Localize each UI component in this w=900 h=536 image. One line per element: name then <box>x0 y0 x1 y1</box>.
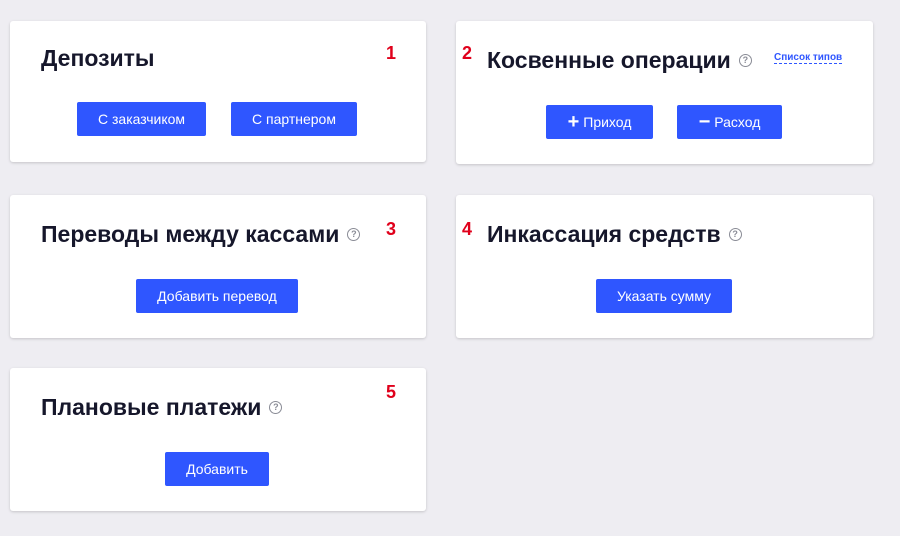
transfers-card: Переводы между кассами ? 3 Добавить пере… <box>10 195 426 338</box>
specify-amount-button[interactable]: Указать сумму <box>596 279 732 313</box>
collection-card: 4 Инкассация средств ? Указать сумму <box>456 195 873 338</box>
help-icon[interactable]: ? <box>347 228 361 241</box>
collection-title-text: Инкассация средств <box>487 221 721 247</box>
expense-button-label: Расход <box>714 114 761 130</box>
marker-4: 4 <box>462 219 473 239</box>
marker-3: 3 <box>386 219 397 239</box>
marker-5: 5 <box>386 382 397 402</box>
planned-payments-title-text: Плановые платежи <box>41 394 262 420</box>
income-button[interactable]: + Приход <box>546 105 653 139</box>
transfers-title-text: Переводы между кассами <box>41 221 340 247</box>
deposits-card: Депозиты 1 С заказчиком С партнером <box>10 21 426 162</box>
deposit-with-partner-button[interactable]: С партнером <box>231 102 357 136</box>
planned-payments-card: Плановые платежи ? 5 Добавить <box>10 368 426 511</box>
transfers-title: Переводы между кассами ? <box>41 221 361 248</box>
types-list-link[interactable]: Список типов <box>774 52 843 64</box>
income-button-label: Приход <box>583 114 632 130</box>
plus-icon: + <box>567 111 580 133</box>
deposits-title-text: Депозиты <box>41 45 155 71</box>
expense-button[interactable]: − Расход <box>677 105 782 139</box>
help-icon[interactable]: ? <box>728 228 742 241</box>
deposits-title: Депозиты <box>41 45 155 72</box>
minus-icon: − <box>698 111 711 133</box>
indirect-operations-title-text: Косвенные операции <box>487 47 731 73</box>
help-icon[interactable]: ? <box>269 401 283 414</box>
planned-payments-title: Плановые платежи ? <box>41 394 283 421</box>
collection-title: Инкассация средств ? <box>487 221 742 248</box>
marker-1: 1 <box>386 43 397 63</box>
indirect-operations-card: 2 Косвенные операции ? Список типов + Пр… <box>456 21 873 164</box>
help-icon[interactable]: ? <box>738 54 752 67</box>
add-planned-payment-button[interactable]: Добавить <box>165 452 269 486</box>
add-transfer-button[interactable]: Добавить перевод <box>136 279 298 313</box>
marker-2: 2 <box>462 43 473 63</box>
deposit-with-customer-button[interactable]: С заказчиком <box>77 102 206 136</box>
indirect-operations-title: Косвенные операции ? <box>487 47 752 74</box>
